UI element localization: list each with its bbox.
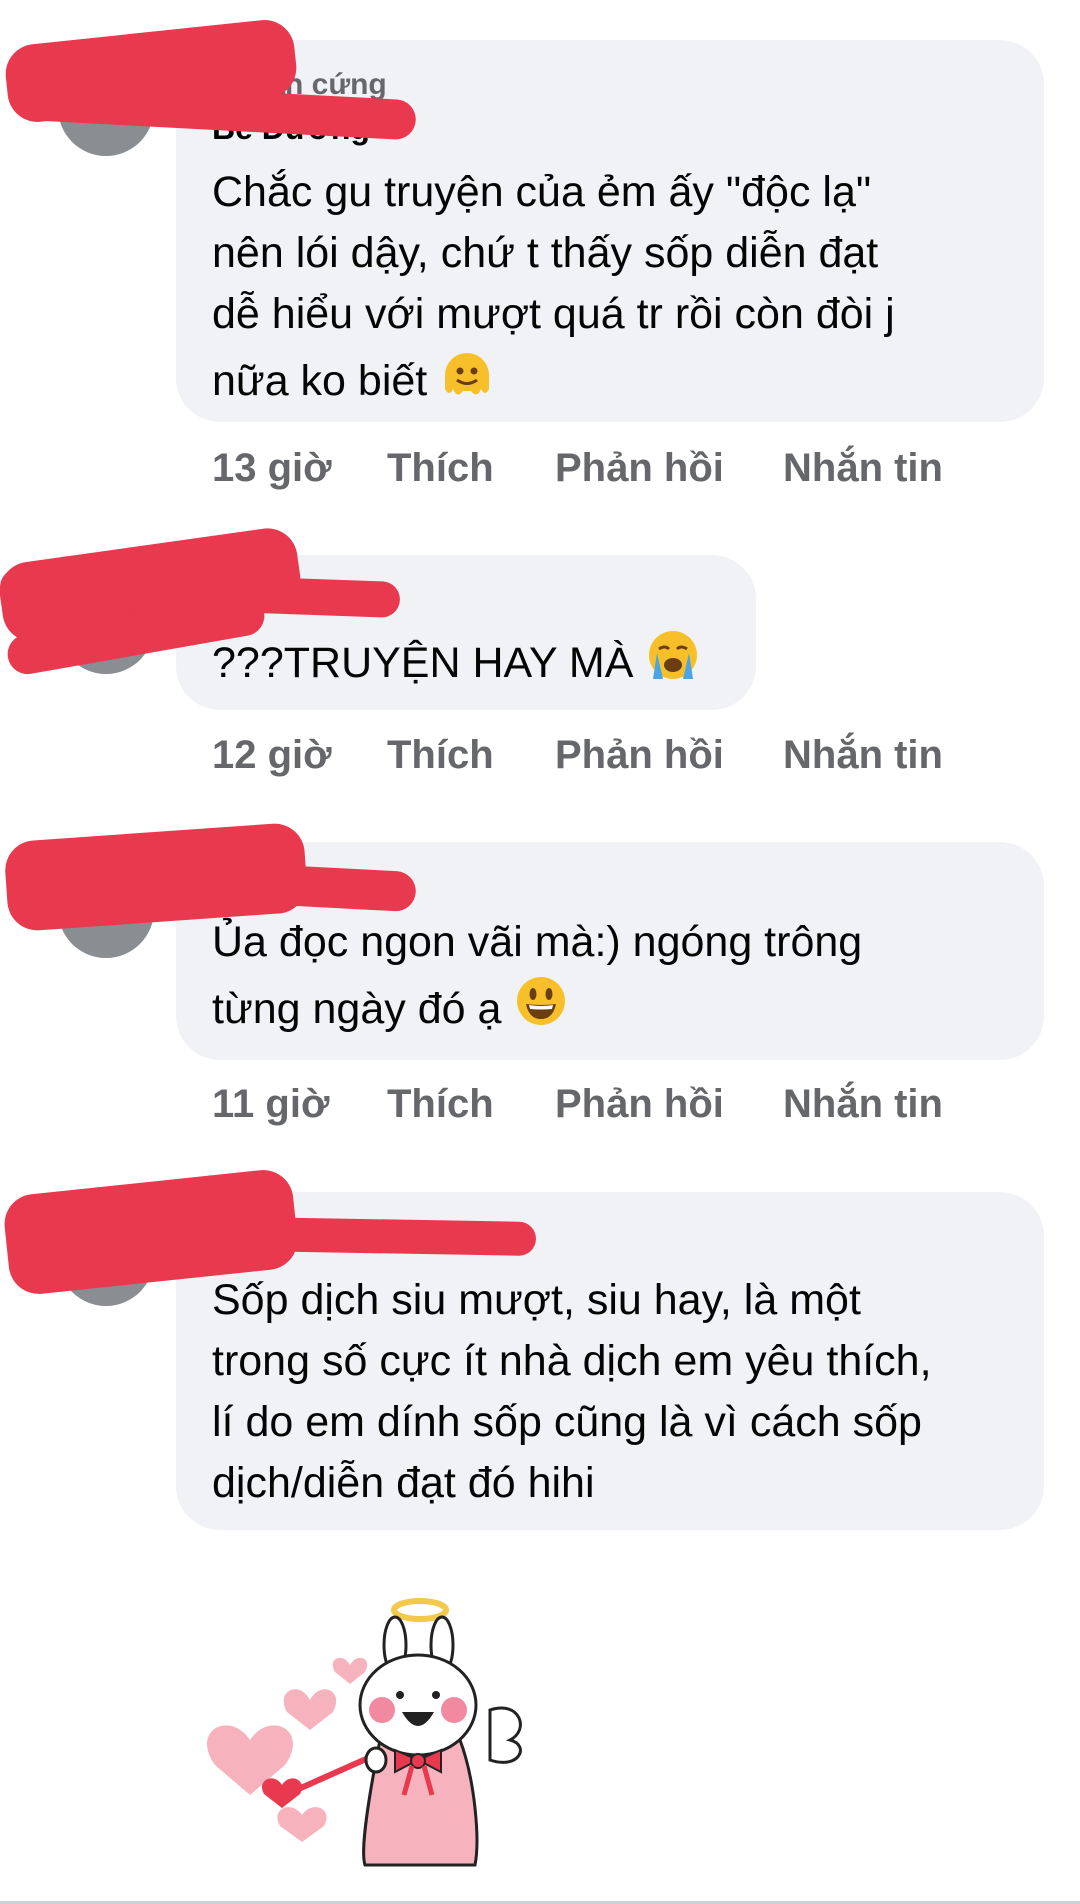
redaction-mark — [196, 70, 256, 100]
reply-button[interactable]: Phản hồi — [555, 446, 783, 491]
message-button[interactable]: Nhắn tin — [783, 1082, 943, 1127]
comment-text: Ủa đọc ngon vãi mà:) ngóng trông từng ng… — [212, 918, 863, 1033]
comment-bubble[interactable]: Ốc Sửa ???TRUYỆN HAY MÀ — [0, 524, 756, 710]
like-button[interactable]: Thích — [387, 733, 555, 778]
comment-bubble[interactable]: Fan cứng Bé Dương Chắc gu truyện của ẻm … — [2, 17, 1044, 422]
timestamp[interactable]: 13 giờ — [212, 446, 387, 491]
like-button[interactable]: Thích — [387, 446, 555, 491]
comment-actions: 11 giờ Thích Phản hồi Nhắn tin — [212, 1082, 943, 1127]
comment-actions: 13 giờ Thích Phản hồi Nhắn tin — [212, 446, 943, 491]
comment-text: Chắc gu truyện của ẻm ấy "độc lạ" nên ló… — [212, 168, 895, 405]
comment-bubble[interactable]: Ủa đọc ngon vãi mà:) ngóng trông từng ng… — [3, 821, 1044, 1060]
comment-text: ???TRUYỆN HAY MÀ — [212, 627, 756, 694]
reply-button[interactable]: Phản hồi — [555, 1082, 783, 1127]
angel-bunny-cupid-sticker-icon[interactable] — [190, 1590, 540, 1890]
timestamp[interactable]: 12 giờ — [212, 733, 387, 778]
loudly-crying-face-icon — [649, 631, 698, 679]
grinning-face-icon — [517, 977, 566, 1025]
melting-face-icon — [445, 353, 490, 395]
message-button[interactable]: Nhắn tin — [783, 446, 943, 491]
comment-bubble[interactable]: Na Sốp dịch siu mượt, siu hay, là một tr… — [1, 1167, 1044, 1530]
message-button[interactable]: Nhắn tin — [783, 733, 943, 778]
comment-text: Sốp dịch siu mượt, siu hay, là một trong… — [212, 1276, 932, 1507]
like-button[interactable]: Thích — [387, 1082, 555, 1127]
reply-button[interactable]: Phản hồi — [555, 733, 783, 778]
timestamp[interactable]: 11 giờ — [212, 1082, 387, 1127]
comment-actions: 12 giờ Thích Phản hồi Nhắn tin — [212, 733, 943, 778]
